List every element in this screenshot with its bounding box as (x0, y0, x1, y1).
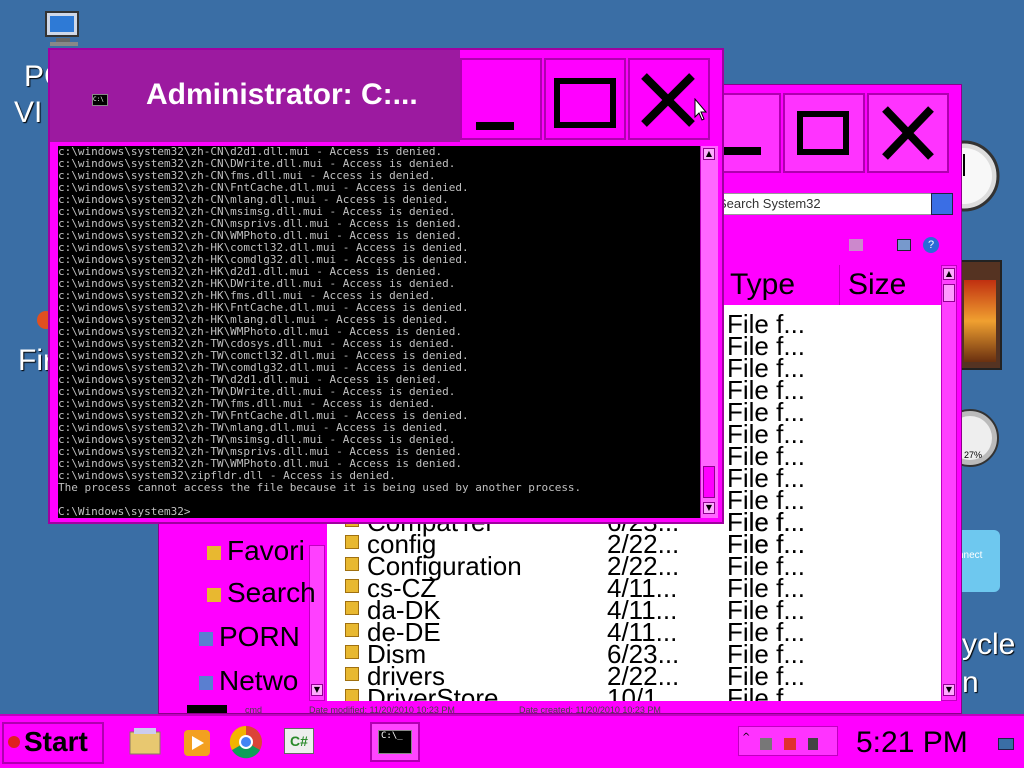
status-thumbnail (187, 705, 227, 713)
search-icon[interactable] (931, 193, 953, 215)
slideshow-image (964, 280, 996, 362)
taskbar-clock[interactable]: 5:21 PM (856, 726, 968, 760)
folder-icon (345, 579, 359, 593)
help-icon[interactable]: ? (923, 237, 939, 253)
explorer-search-input[interactable]: Search System32 (714, 193, 934, 215)
cmd-console-output[interactable]: c:\windows\system32\zh-CN\d2d1.dll.mui -… (58, 146, 700, 518)
slideshow-gadget[interactable] (958, 260, 1002, 370)
maximize-icon (554, 78, 616, 128)
maximize-icon (797, 111, 849, 155)
start-button-label: Start (24, 726, 88, 757)
nav-pane-scrollbar[interactable]: ▼ (309, 545, 325, 701)
folder-icon (345, 689, 359, 701)
nav-scroll-down-arrow[interactable]: ▼ (311, 684, 323, 696)
desktop-icon-label-computer-2: VI (14, 96, 43, 129)
folder-icon (345, 645, 359, 659)
windows-orb-icon (8, 736, 20, 748)
file-name-cell: DriverStore (367, 683, 499, 701)
command-prompt-icon: C:\_ (378, 730, 412, 754)
scroll-up-arrow[interactable]: ▲ (943, 268, 955, 280)
cmd-maximize-button[interactable] (544, 58, 626, 140)
file-explorer-icon (129, 728, 161, 755)
taskbar: Start C# C:\_ ^ 5:21 PM (0, 714, 1024, 768)
nav-item-porn[interactable]: PORN (199, 621, 300, 653)
close-icon (882, 106, 934, 160)
console-line: C:\Windows\system32> (58, 505, 191, 518)
nav-item-label: Netwo (219, 665, 299, 696)
computer-icon (45, 11, 79, 46)
table-row[interactable]: DriverStore 10/1... File f... (327, 683, 941, 701)
cmd-scrollbar[interactable]: ▲ ▼ (700, 146, 718, 518)
recycle-bin-label-2: n (962, 666, 979, 699)
desktop-icon-computer[interactable] (40, 10, 88, 50)
nav-item-network[interactable]: Netwo (199, 665, 298, 697)
taskbar-media-player[interactable] (176, 722, 220, 762)
network-icon (199, 675, 213, 690)
cmd-scroll-down-arrow[interactable]: ▼ (703, 502, 715, 514)
cmd-app-icon[interactable]: C:\ (92, 94, 108, 106)
nav-item-label: Search (227, 577, 316, 608)
drive-icon (199, 631, 213, 646)
explorer-maximize-button[interactable] (783, 93, 865, 173)
cmd-scroll-up-arrow[interactable]: ▲ (703, 148, 715, 160)
favorites-icon (207, 545, 221, 560)
recycle-bin-label-1: ycle (962, 628, 1016, 661)
folder-icon (345, 557, 359, 571)
csharp-icon: C# (284, 728, 314, 754)
cmd-window-title: Administrator: C:... (146, 78, 418, 111)
show-hidden-icons-arrow[interactable]: ^ (742, 732, 754, 744)
minimize-icon (476, 122, 514, 130)
chrome-icon (229, 725, 262, 759)
nav-item-label: Favori (227, 535, 305, 566)
explorer-close-button[interactable] (867, 93, 949, 173)
nav-item-label: PORN (219, 621, 300, 652)
preview-pane-icon[interactable] (897, 239, 911, 251)
scroll-down-arrow[interactable]: ▼ (943, 684, 955, 696)
taskbar-command-prompt[interactable]: C:\_ (370, 722, 420, 762)
minimize-icon (723, 147, 761, 155)
network-tray-icon[interactable] (760, 738, 772, 750)
taskbar-file-explorer[interactable] (124, 722, 168, 762)
console-line: The process cannot access the file becau… (58, 481, 582, 494)
folder-icon (345, 601, 359, 615)
volume-tray-icon[interactable] (808, 738, 818, 750)
searches-icon (207, 587, 221, 602)
folder-icon (345, 667, 359, 681)
file-list-scrollbar[interactable]: ▲ ▼ (941, 265, 957, 701)
column-header-type[interactable]: Type (721, 265, 839, 305)
cmd-scroll-thumb[interactable] (703, 466, 715, 498)
connect-gadget[interactable]: nnect (956, 530, 1000, 592)
folder-icon (345, 623, 359, 637)
column-header-size[interactable]: Size (839, 265, 939, 305)
nav-item-favorites[interactable]: Favori (207, 535, 305, 567)
file-date-cell: 10/1... (607, 683, 680, 701)
command-prompt-window[interactable]: C:\ Administrator: C:... c:\windows\syst… (48, 48, 724, 524)
start-button[interactable]: Start (2, 722, 104, 764)
scroll-thumb[interactable] (943, 284, 955, 302)
view-options-icon[interactable] (849, 239, 863, 251)
nav-item-searches[interactable]: Search (207, 577, 316, 609)
file-type-cell: File f... (727, 683, 806, 701)
media-player-icon (184, 730, 210, 756)
mouse-cursor-icon (694, 98, 708, 121)
show-desktop-button[interactable] (998, 738, 1014, 750)
action-center-tray-icon[interactable] (784, 738, 796, 750)
folder-icon (345, 535, 359, 549)
taskbar-csharp[interactable]: C# (278, 722, 322, 762)
cpu-meter-percent: 27% (964, 450, 983, 460)
cmd-minimize-button[interactable] (460, 58, 542, 140)
taskbar-chrome[interactable] (226, 722, 270, 762)
